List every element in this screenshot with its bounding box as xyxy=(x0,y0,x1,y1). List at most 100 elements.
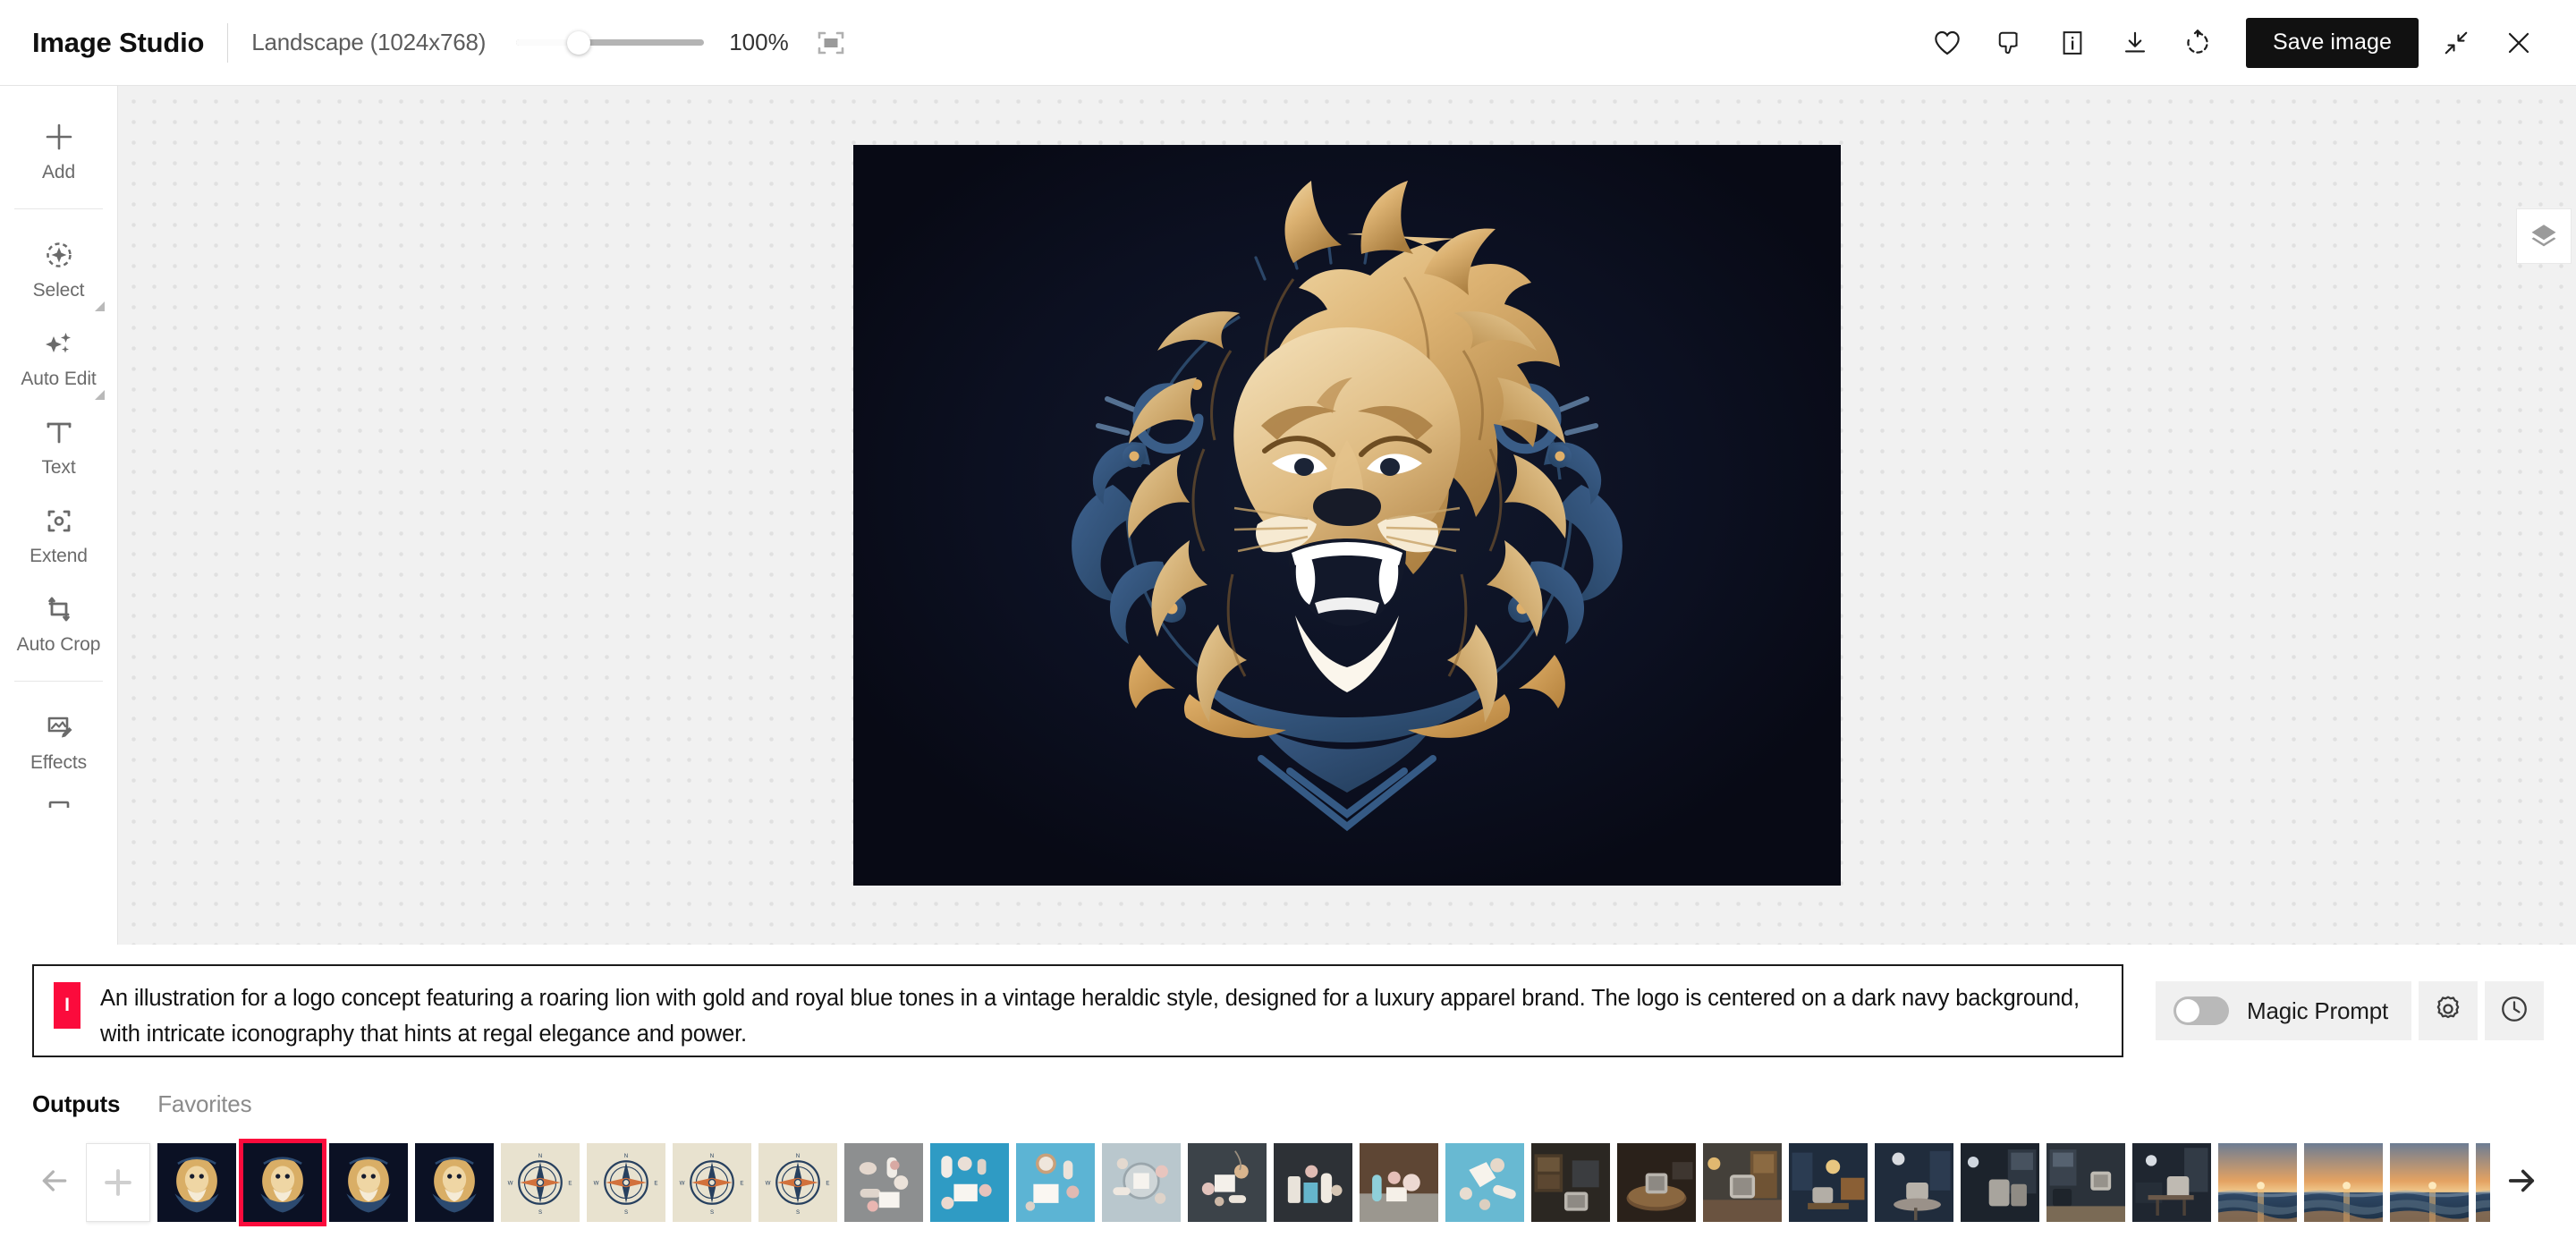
svg-text:N: N xyxy=(624,1153,628,1159)
svg-text:E: E xyxy=(654,1181,657,1187)
close-icon[interactable] xyxy=(2494,18,2544,68)
tab-favorites[interactable]: Favorites xyxy=(157,1090,251,1118)
svg-text:W: W xyxy=(766,1181,771,1187)
svg-text:N: N xyxy=(710,1153,714,1159)
thumbnail-item[interactable] xyxy=(1274,1143,1352,1222)
thumbnail-item[interactable] xyxy=(1102,1143,1181,1222)
outputs-tabs: Outputs Favorites xyxy=(0,1077,2576,1131)
sidebar-item-auto-crop[interactable]: Auto Crop xyxy=(0,578,117,666)
submenu-indicator-icon xyxy=(95,301,105,311)
thumbnail-strip[interactable]: N S E W N S E W N S E W N S E W xyxy=(86,1131,2490,1231)
svg-text:E: E xyxy=(740,1181,743,1187)
svg-text:N: N xyxy=(538,1153,542,1159)
thumbnail-item[interactable] xyxy=(930,1143,1009,1222)
sidebar-label-text: Text xyxy=(41,457,76,478)
thumbnail-item[interactable] xyxy=(1703,1143,1782,1222)
info-icon[interactable] xyxy=(2047,18,2097,68)
sidebar-divider-1 xyxy=(14,208,103,209)
zoom-level-label: 100% xyxy=(729,29,789,55)
collapse-icon[interactable] xyxy=(2431,18,2481,68)
thumbnail-item[interactable] xyxy=(2046,1143,2125,1222)
top-toolbar: Image Studio Landscape (1024x768) 100% S… xyxy=(0,0,2576,86)
sidebar-item-add[interactable]: Add xyxy=(0,106,117,194)
filmstrip: N S E W N S E W N S E W N S E W xyxy=(0,1131,2576,1238)
thumbnail-item[interactable] xyxy=(1360,1143,1438,1222)
svg-text:S: S xyxy=(796,1209,800,1216)
select-icon xyxy=(41,236,77,274)
thumbnail-item[interactable] xyxy=(1961,1143,2039,1222)
sidebar-item-auto-edit[interactable]: Auto Edit xyxy=(0,312,117,401)
prompt-input[interactable]: I An illustration for a logo concept fea… xyxy=(32,964,2124,1057)
magic-prompt-switch[interactable] xyxy=(2174,996,2230,1025)
canvas-image-frame[interactable] xyxy=(853,145,1841,886)
left-toolbar: Add Select Auto Edit Text Extend Auto Cr… xyxy=(0,86,118,945)
thumbnail-item[interactable] xyxy=(2390,1143,2469,1222)
sidebar-item-select[interactable]: Select xyxy=(0,224,117,312)
thumbnail-item[interactable] xyxy=(844,1143,923,1222)
sidebar-item-effects[interactable]: Effects xyxy=(0,696,117,784)
thumbnail-item[interactable] xyxy=(1789,1143,1868,1222)
image-studio-app: Image Studio Landscape (1024x768) 100% S… xyxy=(0,0,2576,1238)
aspect-ratio-label: Landscape (1024x768) xyxy=(251,29,487,55)
zoom-slider[interactable] xyxy=(516,30,705,56)
text-icon xyxy=(41,413,77,451)
plus-icon xyxy=(41,118,77,156)
thumbnail-item[interactable] xyxy=(1188,1143,1267,1222)
thumbnail-item[interactable] xyxy=(2132,1143,2211,1222)
svg-text:S: S xyxy=(624,1209,628,1216)
layers-icon[interactable] xyxy=(2517,209,2571,263)
filmstrip-prev-button[interactable] xyxy=(23,1163,86,1199)
thumbnail-item[interactable]: N S E W xyxy=(673,1143,751,1222)
favorite-icon[interactable] xyxy=(1922,18,1972,68)
magic-prompt-toggle[interactable]: Magic Prompt xyxy=(2156,981,2411,1040)
sidebar-item-text[interactable]: Text xyxy=(0,401,117,489)
sidebar-divider-2 xyxy=(14,681,103,682)
main-body: Add Select Auto Edit Text Extend Auto Cr… xyxy=(0,86,2576,945)
sidebar-label-select: Select xyxy=(32,280,85,301)
crop-icon xyxy=(41,590,77,628)
add-image-thumb[interactable] xyxy=(86,1143,150,1222)
thumbnail-item[interactable] xyxy=(2218,1143,2297,1222)
filmstrip-next-button[interactable] xyxy=(2490,1162,2553,1200)
fit-to-screen-icon[interactable] xyxy=(816,28,846,58)
prompt-badge: I xyxy=(54,982,80,1029)
save-image-button[interactable]: Save image xyxy=(2245,17,2419,68)
svg-text:W: W xyxy=(680,1181,685,1187)
thumbnail-item[interactable] xyxy=(1531,1143,1610,1222)
thumbnail-item[interactable] xyxy=(239,1139,326,1226)
thumbs-down-icon[interactable] xyxy=(1985,18,2035,68)
svg-text:E: E xyxy=(568,1181,572,1187)
thumbnail-item[interactable] xyxy=(415,1143,494,1222)
tab-outputs[interactable]: Outputs xyxy=(32,1090,120,1118)
thumbnail-item[interactable] xyxy=(1875,1143,1953,1222)
sidebar-label-add: Add xyxy=(41,162,76,182)
sidebar-label-extend: Extend xyxy=(30,546,88,566)
image-canvas[interactable] xyxy=(118,86,2576,945)
settings-button[interactable] xyxy=(2419,981,2478,1040)
sidebar-item-extend[interactable]: Extend xyxy=(0,489,117,578)
submenu-indicator-icon xyxy=(95,390,105,400)
prompt-text: An illustration for a logo concept featu… xyxy=(100,986,2080,1047)
thumbnail-item[interactable]: N S E W xyxy=(501,1143,580,1222)
thumbnail-item[interactable]: N S E W xyxy=(758,1143,837,1222)
toolbar-divider xyxy=(227,22,229,63)
thumbnail-item[interactable] xyxy=(2304,1143,2383,1222)
zoom-slider-knob[interactable] xyxy=(566,30,590,55)
gear-icon xyxy=(2433,994,2463,1029)
more-tool-icon xyxy=(41,797,77,808)
download-icon[interactable] xyxy=(2110,18,2160,68)
clock-icon xyxy=(2499,994,2529,1029)
history-button[interactable] xyxy=(2485,981,2544,1040)
thumbnail-item[interactable] xyxy=(157,1143,236,1222)
thumbnail-item[interactable]: N S E W xyxy=(587,1143,665,1222)
svg-text:N: N xyxy=(796,1153,800,1159)
thumbnail-item[interactable] xyxy=(1016,1143,1095,1222)
sidebar-item-more[interactable] xyxy=(0,784,117,808)
regenerate-icon[interactable] xyxy=(2173,18,2223,68)
thumbnail-item[interactable] xyxy=(2476,1143,2490,1222)
generated-image[interactable] xyxy=(853,145,1841,886)
thumbnail-item[interactable] xyxy=(1617,1143,1696,1222)
thumbnail-item[interactable] xyxy=(329,1143,408,1222)
svg-text:E: E xyxy=(826,1181,829,1187)
thumbnail-item[interactable] xyxy=(1445,1143,1524,1222)
